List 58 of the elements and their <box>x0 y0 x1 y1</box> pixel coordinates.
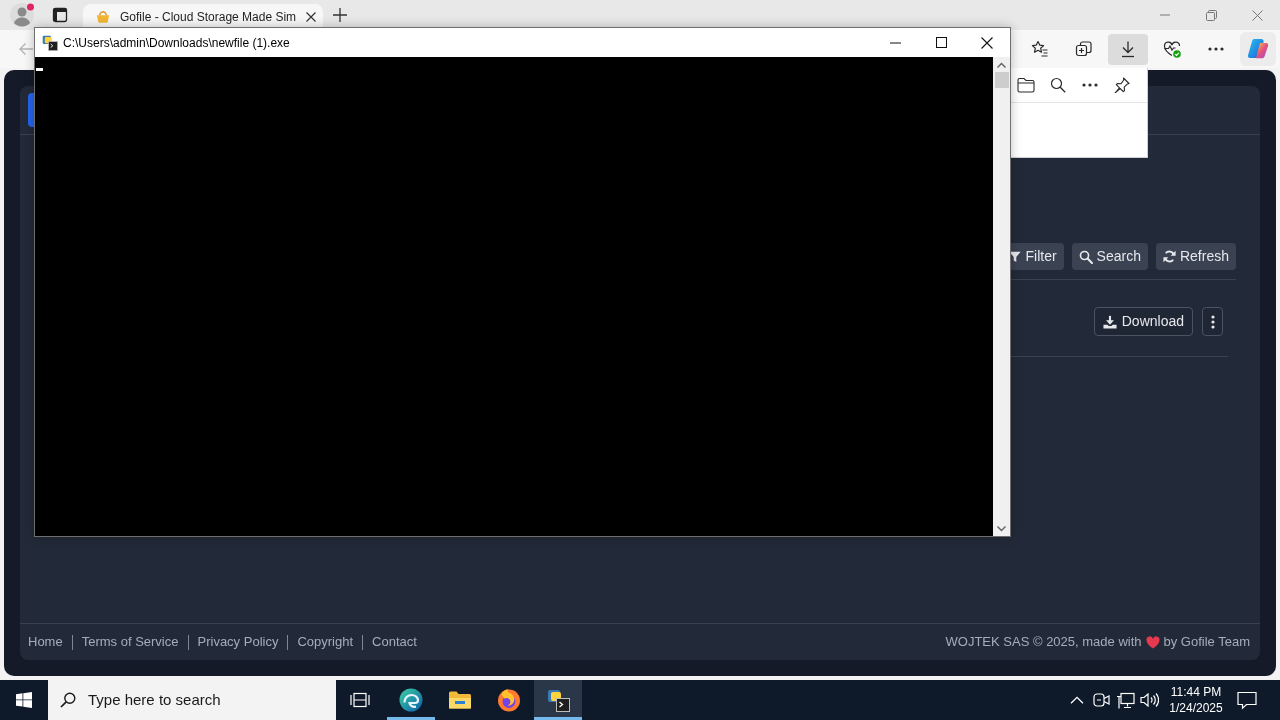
refresh-icon <box>1162 250 1176 263</box>
footer-link[interactable]: Privacy Policy <box>197 632 279 652</box>
more-icon <box>1208 47 1224 51</box>
scroll-down-icon[interactable] <box>997 526 1006 532</box>
heart-icon <box>1145 635 1160 649</box>
credit-text: by Gofile Team <box>1163 633 1250 652</box>
copyright-text: WOJTEK SAS © 2025, made with <box>945 633 1142 652</box>
search-icon[interactable] <box>1050 77 1066 93</box>
download-icon <box>1102 314 1117 329</box>
volume-icon[interactable] <box>1139 691 1159 709</box>
clock-date[interactable]: 1/24/2025 <box>1169 700 1223 716</box>
footer-link[interactable]: Home <box>28 632 63 652</box>
clock-time[interactable]: 11:44 PM <box>1170 684 1222 700</box>
copilot-button[interactable] <box>1240 32 1276 66</box>
downloads-button[interactable] <box>1108 33 1148 65</box>
folder-icon <box>448 690 472 710</box>
network-icon[interactable] <box>1115 691 1135 709</box>
start-icon[interactable] <box>16 692 32 708</box>
tab-panel-icon[interactable] <box>52 7 68 23</box>
folder-icon[interactable] <box>1017 77 1035 93</box>
close-icon[interactable] <box>306 12 317 22</box>
search-icon <box>60 692 76 708</box>
window-title: C:\Users\admin\Downloads\newfile (1).exe <box>63 34 290 52</box>
more-vertical-icon <box>1210 314 1215 329</box>
maximize-icon[interactable] <box>935 37 947 48</box>
new-tab-icon[interactable] <box>333 8 347 22</box>
camera-icon[interactable] <box>1092 692 1110 708</box>
browser-tab[interactable]: Gofile - Cloud Storage Made Sim <box>83 4 323 30</box>
pin-icon[interactable] <box>1114 77 1130 93</box>
browser-icon <box>399 688 423 712</box>
footer-link[interactable]: Contact <box>372 632 417 652</box>
scroll-up-icon[interactable] <box>997 62 1006 68</box>
more-button[interactable] <box>1202 307 1223 336</box>
taskbar-app-button[interactable] <box>534 680 582 720</box>
heart-pulse-icon <box>1162 39 1182 59</box>
restore-icon[interactable] <box>1205 9 1217 21</box>
notification-icon[interactable] <box>1237 690 1257 710</box>
download-button[interactable]: Download <box>1093 307 1193 336</box>
avatar-icon[interactable] <box>9 2 35 28</box>
app-logo-icon <box>1246 37 1270 61</box>
scrollbar[interactable] <box>993 57 1010 536</box>
collections-icon <box>1074 39 1094 59</box>
terminal-app-icon <box>42 34 58 51</box>
terminal-app-icon <box>546 688 570 712</box>
refresh-button[interactable]: Refresh <box>1155 243 1236 270</box>
footer-link[interactable]: Terms of Service <box>81 632 179 652</box>
basket-icon <box>96 10 110 24</box>
footer-link[interactable]: Copyright <box>297 632 354 652</box>
scroll-thumb[interactable] <box>994 72 1009 88</box>
star-list-icon <box>1030 39 1050 59</box>
close-icon[interactable] <box>981 36 993 49</box>
chevron-up-icon[interactable] <box>1070 696 1084 704</box>
task-view-icon[interactable] <box>350 692 370 708</box>
more-icon[interactable] <box>1082 83 1098 87</box>
fox-globe-icon <box>497 688 521 712</box>
search-icon <box>1078 249 1093 264</box>
search-button[interactable]: Search <box>1071 243 1148 270</box>
minimize-icon[interactable] <box>889 41 901 44</box>
